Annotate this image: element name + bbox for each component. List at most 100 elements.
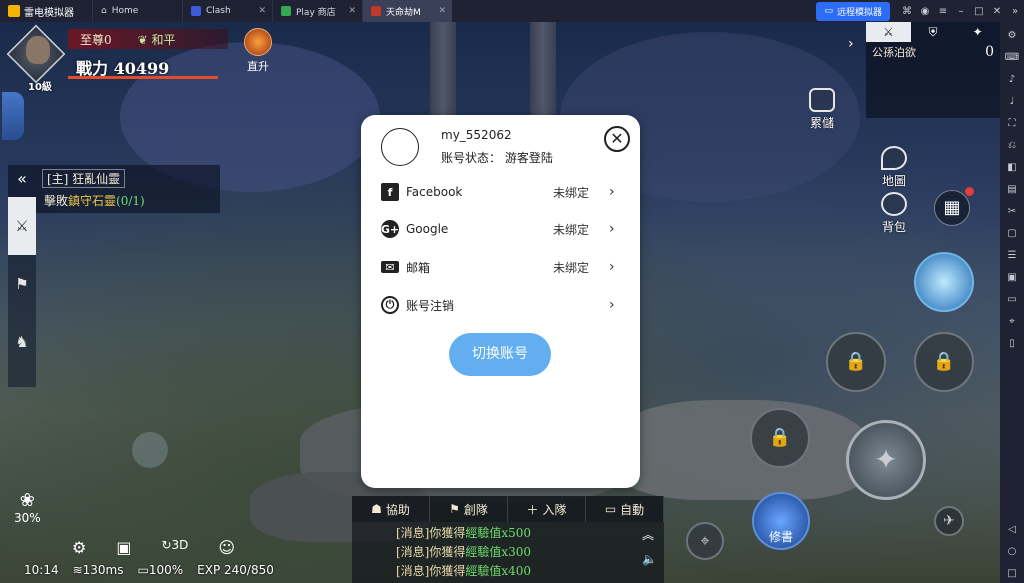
expand-chevron-icon[interactable]: › [848, 36, 854, 52]
folder-icon[interactable]: ▭ [1003, 290, 1021, 309]
shield-icon[interactable]: ⛨ [911, 22, 956, 42]
remote-emulator-button[interactable]: ▭ 远程模拟器 [816, 1, 890, 21]
chat-panel[interactable]: ☗ 協助 ⚑ 創隊 ＋入隊 ▭ 自動 [消息]你獲得經驗值x500 [消息]你獲得經驗… [352, 496, 664, 583]
lotus-icon: ❀ [19, 490, 35, 511]
volume-down-icon[interactable]: ♩ [1003, 92, 1021, 111]
maximize-icon[interactable]: □ [970, 6, 988, 17]
map-pin-icon [881, 146, 907, 170]
peace-mode[interactable]: ❦ 和平 [138, 31, 176, 48]
dodge-icon[interactable]: ✈ [934, 506, 964, 536]
close-modal-icon[interactable]: ✕ [604, 126, 630, 152]
fullscreen-icon[interactable]: ⛶ [1003, 114, 1021, 133]
direct-upgrade-button[interactable]: 直升 [238, 28, 278, 74]
clash-icon [191, 6, 201, 16]
tab-close-icon[interactable]: ✕ [438, 6, 446, 16]
quest-panel[interactable]: « [主] 狂亂仙靈 擊敗鎮守石靈(0/1) [8, 165, 220, 213]
join-team-button[interactable]: ＋入隊 [508, 496, 586, 522]
recents-icon[interactable]: □ [1003, 564, 1021, 583]
settings-icon[interactable]: ⚙ [1003, 26, 1021, 45]
volume-up-icon[interactable]: ♪ [1003, 70, 1021, 89]
sword-icon[interactable]: ⚔ [866, 22, 911, 42]
record-icon[interactable]: ◧ [1003, 158, 1021, 177]
tab-play-store[interactable]: Play 商店 ✕ [272, 0, 362, 22]
menu-icon[interactable]: ≡ [934, 6, 952, 17]
attack-button-icon[interactable]: ✦ [846, 420, 926, 500]
storage-button[interactable]: 累儲 [804, 88, 840, 131]
bind-facebook-row[interactable]: f Facebook 未绑定 › [381, 180, 619, 204]
minimize-icon[interactable]: – [952, 6, 970, 17]
bind-email-row[interactable]: ✉ 邮箱 未绑定 › [381, 255, 619, 279]
collapse-arrow-icon[interactable]: « [8, 165, 36, 195]
google-icon: G+ [381, 220, 399, 238]
tab-mount-icon[interactable]: ♞ [8, 313, 36, 371]
exp-readout: EXP 240/850 [197, 563, 274, 577]
flag-icon: ⚑ [449, 502, 460, 516]
auto-label: 自動 [620, 502, 645, 517]
status-bar: 10:14 ≋130ms ▭100% EXP 240/850 [24, 563, 274, 577]
sidebar-toggle-icon[interactable]: » [1006, 6, 1024, 17]
bag-button[interactable]: 背包 [874, 192, 914, 235]
bind-email-state: 未绑定 [552, 260, 589, 275]
tab-close-icon[interactable]: ✕ [348, 6, 356, 16]
menu-grid-icon[interactable]: ▦ [934, 190, 970, 226]
tab-game[interactable]: 天命劫M ✕ [362, 0, 452, 22]
emulator-app-name: 雷电模拟器 [24, 7, 74, 19]
skill-locked-1-icon[interactable]: 🔒 [826, 332, 886, 392]
target-panel[interactable]: ⚔ ⛨ ✦ 公孫泊欲 0 [866, 22, 1000, 118]
chat-expand-icon[interactable]: ︽ [642, 526, 654, 543]
bag-icon [881, 192, 907, 216]
script-icon[interactable]: ⎌ [1003, 136, 1021, 155]
assist-button[interactable]: ☗ 協助 [352, 496, 430, 522]
tab-clash[interactable]: Clash ✕ [182, 0, 272, 22]
gamepad-icon[interactable]: ⌘ [898, 6, 916, 17]
monitor-icon: ▭ [824, 6, 833, 16]
skill-locked-3-icon[interactable]: 🔒 [750, 408, 810, 468]
player-hud[interactable]: 10級 至尊0 ❦ 和平 戰力 40499 [6, 24, 236, 93]
tab-quest-icon[interactable]: ⚔ [8, 197, 36, 255]
scissors-icon[interactable]: ✂ [1003, 202, 1021, 221]
auto-button[interactable]: ▭ 自動 [586, 496, 664, 522]
back-icon[interactable]: ◁ [1003, 520, 1021, 539]
chat-line: [消息]你獲得經驗值x300 [396, 545, 532, 559]
sparkle-icon[interactable]: ✦ [955, 22, 1000, 42]
joystick[interactable] [132, 432, 168, 468]
tab-play-store-label: Play 商店 [296, 7, 336, 18]
speaker-icon[interactable]: 🔈 [642, 552, 657, 566]
camera-icon[interactable]: ▣ [116, 538, 131, 557]
create-team-button[interactable]: ⚑ 創隊 [430, 496, 508, 522]
settings-gear-icon[interactable]: ⚙ [72, 538, 86, 557]
android-home-icon[interactable]: ○ [1003, 542, 1021, 561]
bind-google-row[interactable]: G+ Google 未绑定 › [381, 217, 619, 241]
switch-account-button[interactable]: 切换账号 [449, 333, 551, 376]
skill-water-icon[interactable] [914, 252, 974, 312]
skill-locked-2-icon[interactable]: 🔒 [914, 332, 974, 392]
tab-close-icon[interactable]: ✕ [258, 6, 266, 16]
hp-bar [68, 76, 218, 79]
user-icon[interactable]: ◉ [916, 6, 934, 17]
target-lock-icon[interactable]: ⌖ [686, 522, 724, 560]
close-icon[interactable]: ✕ [988, 6, 1006, 17]
chevron-right-icon: › [609, 259, 615, 275]
player-rank: 至尊0 [80, 32, 112, 47]
apk-icon[interactable]: ▤ [1003, 180, 1021, 199]
battery-icon: ▭ [137, 563, 149, 577]
multi-instance-icon[interactable]: ▢ [1003, 224, 1021, 243]
fps-indicator[interactable]: ❀ 30% [14, 490, 41, 525]
list-icon[interactable]: ☰ [1003, 246, 1021, 265]
view-3d-toggle[interactable]: ↻3D [161, 538, 188, 557]
delete-account-row[interactable]: ⏻ 账号注销 › [381, 293, 619, 317]
emote-icon[interactable]: ☺ [218, 538, 235, 557]
location-icon[interactable]: ⌖ [1003, 312, 1021, 331]
facebook-icon: f [381, 183, 399, 201]
tab-team-flag-icon[interactable]: ⚑ [8, 255, 36, 313]
map-button[interactable]: 地圖 [874, 146, 914, 189]
pet-button[interactable] [2, 92, 24, 140]
keyboard-icon[interactable]: ⌨ [1003, 48, 1021, 67]
tab-home[interactable]: ⌂ Home [92, 0, 182, 22]
screenshot-icon[interactable]: ▣ [1003, 268, 1021, 287]
notification-dot [965, 187, 974, 196]
skill-blue-button[interactable]: 修書 [752, 492, 810, 550]
shake-icon[interactable]: ▯ [1003, 334, 1021, 353]
chevron-right-icon: › [609, 184, 615, 200]
delete-account-label: 账号注销 [406, 298, 455, 313]
